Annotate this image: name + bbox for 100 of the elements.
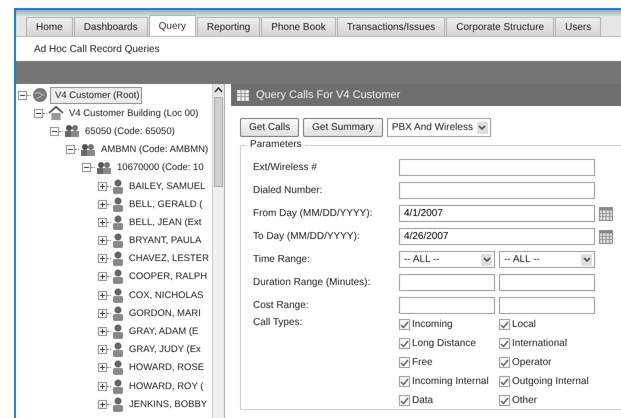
expand-icon[interactable]: [98, 308, 107, 318]
nav-tab[interactable]: Reporting: [196, 17, 260, 36]
time-dropdown[interactable]: -- ALL --: [399, 251, 495, 268]
tree-item[interactable]: COOPER, RALPH: [126, 269, 210, 284]
calendar-icon[interactable]: [599, 230, 613, 244]
tree-item[interactable]: GORDON, MARI: [126, 306, 204, 321]
checkbox-label: Local: [512, 319, 536, 330]
checkbox-label: Other: [512, 395, 538, 406]
checkbox-label: Long Distance: [412, 338, 476, 349]
group-legend: Parameters: [247, 139, 305, 150]
group-icon: [96, 160, 112, 175]
scrollbar[interactable]: [212, 84, 224, 418]
expand-icon[interactable]: [98, 363, 107, 372]
nav-tab[interactable]: Phone Book: [261, 17, 336, 36]
person-icon: [112, 378, 124, 394]
tree-item[interactable]: GRAY, ADAM (E: [126, 324, 202, 340]
tree-item[interactable]: HOWARD, ROY (: [126, 378, 206, 394]
collapse-icon[interactable]: [82, 163, 91, 172]
house-icon: [48, 105, 64, 122]
calendar-icon[interactable]: [599, 206, 613, 220]
person-icon: [112, 360, 124, 376]
checkbox[interactable]: [499, 395, 510, 406]
tree-item[interactable]: V4 Customer Building (Loc 00): [66, 106, 202, 121]
source-dropdown[interactable]: PBX And Wireless: [386, 118, 491, 137]
tree-item[interactable]: JENKINS, BOBBY: [126, 396, 210, 412]
caret-icon: [481, 254, 492, 266]
nav-tab[interactable]: Query: [148, 15, 196, 36]
checkbox[interactable]: [399, 319, 410, 330]
caret-icon: [581, 254, 592, 266]
tree-item[interactable]: GRAY, JUDY (Ex: [126, 342, 204, 358]
field-label: From Day (MM/DD/YYYY):: [253, 208, 374, 219]
input-field[interactable]: [499, 297, 595, 314]
tree-item[interactable]: 10670000 (Code: 10: [114, 160, 207, 176]
field-label: Time Range:: [253, 254, 311, 265]
checkbox[interactable]: [499, 376, 510, 387]
checkbox-label: International: [512, 338, 568, 349]
tree-item[interactable]: BAILEY, SAMUEL: [126, 178, 208, 194]
expand-icon[interactable]: [98, 400, 107, 409]
action-button[interactable]: Get Summary: [303, 118, 383, 137]
tree-item[interactable]: AMBMN (Code: AMBMN): [98, 142, 212, 158]
input-field[interactable]: [399, 182, 595, 199]
subnav-link[interactable]: Ad Hoc Call Record Queries: [34, 44, 160, 54]
tree-item[interactable]: BRYANT, PAULA: [126, 233, 204, 248]
field-label: Call Types:: [253, 317, 304, 328]
globe-icon: [32, 87, 48, 104]
scroll-up-icon[interactable]: [213, 84, 224, 96]
date-field[interactable]: 4/26/2007: [399, 228, 595, 245]
tree-item[interactable]: 65050 (Code: 65050): [82, 124, 178, 139]
group-icon: [64, 124, 80, 138]
collapse-icon[interactable]: [34, 108, 43, 118]
expand-icon[interactable]: [98, 345, 107, 354]
person-icon: [112, 396, 124, 412]
collapse-icon[interactable]: [66, 145, 75, 154]
expand-icon[interactable]: [98, 200, 107, 209]
checkbox[interactable]: [399, 376, 410, 387]
person-icon: [112, 233, 124, 248]
expand-icon[interactable]: [98, 382, 107, 391]
nav-tab[interactable]: Transactions/Issues: [336, 17, 446, 36]
panel-title: Query Calls For V4 Customer: [256, 89, 400, 101]
date-field[interactable]: 4/1/2007: [399, 205, 595, 222]
field-label: Duration Range (Minutes):: [253, 277, 372, 288]
nav-tab[interactable]: Corporate Structure: [446, 17, 554, 36]
tree-item[interactable]: HOWARD, ROSE: [126, 360, 208, 376]
input-field[interactable]: [399, 274, 495, 291]
tree-item[interactable]: BELL, JEAN (Ext: [126, 214, 204, 230]
expand-icon[interactable]: [98, 182, 107, 191]
input-field[interactable]: [499, 274, 595, 291]
scroll-thumb[interactable]: [214, 97, 223, 187]
expand-icon[interactable]: [98, 327, 107, 336]
action-button[interactable]: Get Calls: [240, 118, 300, 137]
input-field[interactable]: [399, 297, 495, 314]
tree-item[interactable]: COX, NICHOLAS: [126, 288, 206, 303]
expand-icon[interactable]: [98, 290, 107, 300]
expand-icon[interactable]: [98, 254, 107, 264]
tree-item[interactable]: BELL, GERALD (: [126, 196, 206, 212]
collapse-icon[interactable]: [50, 126, 59, 136]
checkbox[interactable]: [399, 338, 410, 349]
collapse-icon[interactable]: [18, 90, 27, 100]
nav-tab[interactable]: Users: [555, 17, 602, 36]
nav-tab[interactable]: Dashboards: [74, 17, 148, 36]
nav-tab[interactable]: Home: [26, 17, 73, 36]
tree-item[interactable]: CHAVEZ, LESTER: [126, 251, 212, 266]
checkbox-label: Operator: [512, 357, 552, 368]
checkbox[interactable]: [499, 357, 510, 368]
time-dropdown[interactable]: -- ALL --: [499, 251, 595, 268]
checkbox[interactable]: [399, 357, 410, 368]
checkbox[interactable]: [399, 395, 410, 406]
expand-icon[interactable]: [98, 236, 107, 246]
input-field[interactable]: [399, 159, 595, 176]
group-icon: [80, 142, 96, 157]
person-icon: [112, 269, 124, 284]
field-label: Dialed Number:: [253, 185, 324, 196]
person-icon: [112, 288, 124, 303]
checkbox[interactable]: [499, 338, 510, 349]
checkbox[interactable]: [499, 319, 510, 330]
checkbox-label: Data: [412, 395, 434, 406]
tree-item[interactable]: V4 Customer (Root): [50, 86, 142, 104]
grid-icon: [237, 90, 249, 100]
expand-icon[interactable]: [98, 272, 107, 282]
expand-icon[interactable]: [98, 218, 107, 227]
